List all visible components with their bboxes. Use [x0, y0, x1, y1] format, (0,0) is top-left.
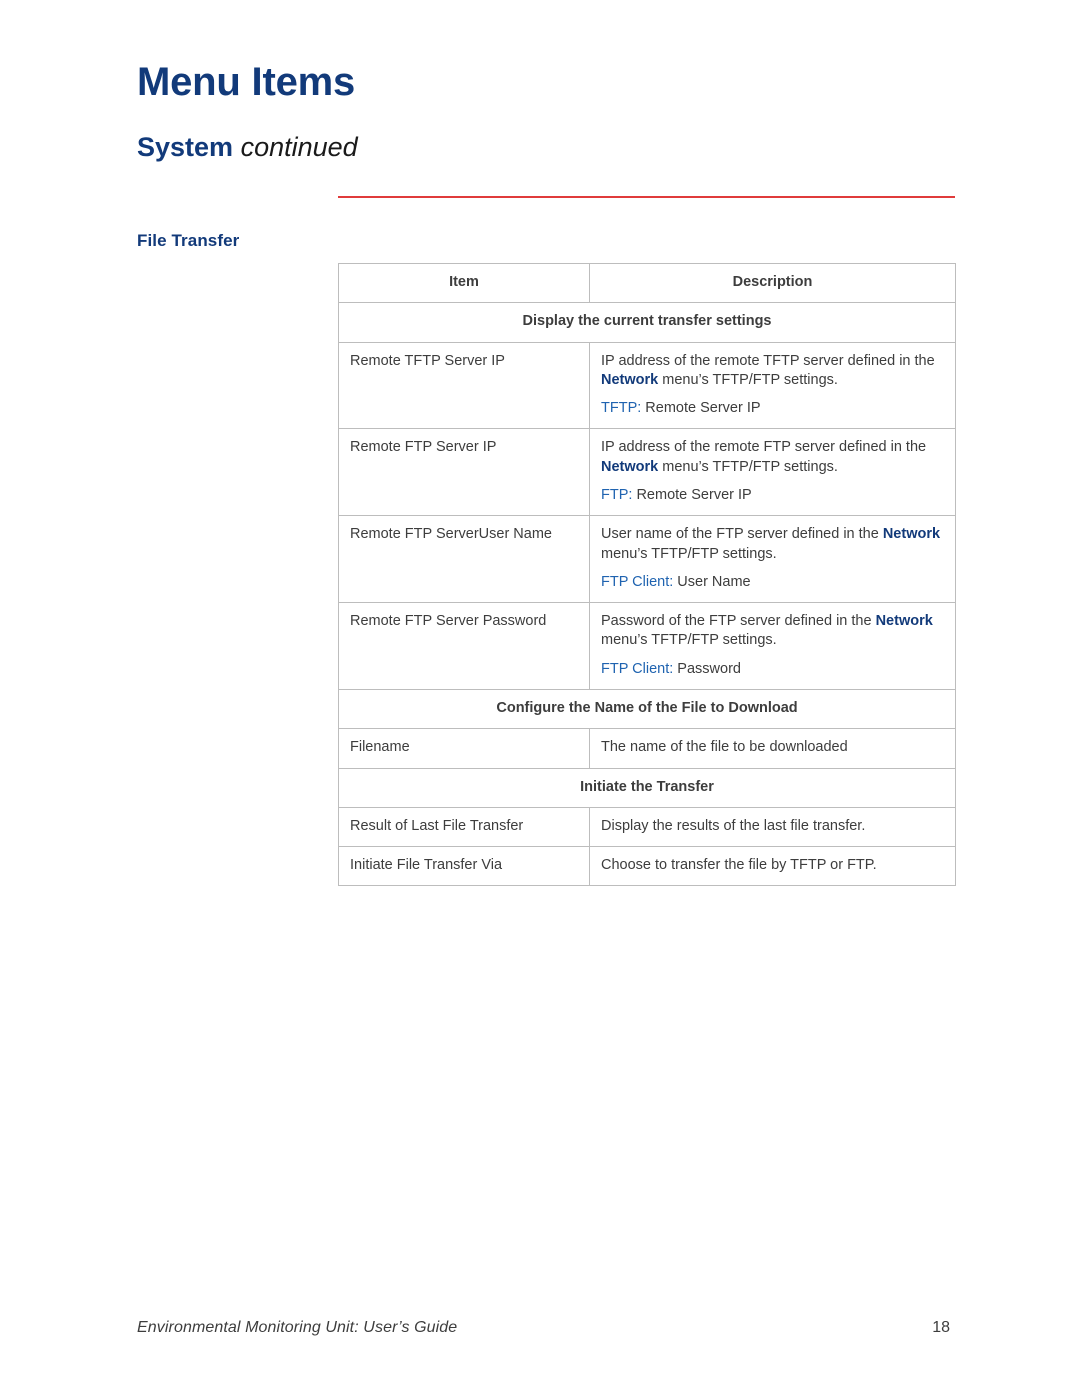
section-heading-state: continued: [240, 132, 358, 162]
menu-path-label: FTP Client:: [601, 660, 674, 677]
section-header-label: Initiate the Transfer: [338, 767, 956, 808]
subsection-label: File Transfer: [137, 231, 240, 250]
row-item-name: Filename: [338, 728, 590, 769]
description-text: Password of the FTP server defined in th…: [601, 613, 876, 630]
page-title: Menu Items: [137, 60, 356, 104]
header-divider-rule: [338, 196, 955, 198]
column-header: Item: [338, 262, 590, 304]
file-transfer-table: Item Description Display the current trans…: [338, 262, 956, 887]
menu-path-label: FTP Client:: [601, 573, 674, 590]
row-item-name: Remote FTP Server IP: [338, 428, 590, 517]
row-item-name: Remote FTP Server Password: [338, 602, 590, 690]
menu-path-label: TFTP:: [601, 400, 642, 417]
section-heading: System continued: [137, 134, 358, 161]
row-description: Choose to transfer the file by TFTP or F…: [589, 846, 956, 887]
table-row: Filename The name of the file to be downl…: [338, 728, 956, 769]
description-text: The name of the file to be downloaded: [601, 739, 848, 756]
table-row: Remote FTP Server Password Password of th…: [338, 602, 956, 690]
table-row: Result of Last File Transfer Display the …: [338, 806, 956, 848]
section-header-label: Configure the Name of the File to Downlo…: [338, 688, 956, 730]
description-text-tail: menu’s TFTP/FTP settings.: [658, 458, 838, 475]
menu-reference: Network: [875, 613, 933, 630]
row-description: Display the results of the last file tra…: [589, 806, 956, 848]
menu-path-line: FTP Client: User Name: [601, 573, 944, 592]
menu-reference: Network: [601, 371, 659, 388]
footer-page-number: 18: [932, 1319, 950, 1336]
row-description: IP address of the remote FTP server defi…: [589, 428, 956, 517]
table-row: Remote FTP ServerUser Name User name of t…: [338, 515, 956, 604]
section-header-label: Display the current transfer settings: [338, 302, 956, 343]
table-row: Remote FTP Server IP IP address of the re…: [338, 428, 956, 517]
row-item-name: Initiate File Transfer Via: [338, 846, 590, 887]
row-item-name: Result of Last File Transfer: [338, 806, 590, 848]
row-item-name: Remote FTP ServerUser Name: [338, 515, 590, 604]
row-description: User name of the FTP server defined in t…: [589, 515, 956, 604]
description-text-tail: menu’s TFTP/FTP settings.: [658, 371, 838, 388]
description-text-tail: menu’s TFTP/FTP settings.: [601, 632, 777, 649]
description-text: IP address of the remote FTP server defi…: [601, 439, 927, 456]
menu-reference: Network: [601, 458, 659, 475]
row-item-name: Remote TFTP Server IP: [338, 341, 590, 430]
menu-path-line: FTP: Remote Server IP: [601, 486, 944, 505]
column-header: Description: [589, 262, 956, 304]
menu-path-label: FTP:: [601, 486, 633, 503]
description-text: Choose to transfer the file by TFTP or F…: [601, 857, 877, 874]
file-transfer-table-wrapper: Item Description Display the current trans…: [338, 262, 956, 887]
table-row: Initiate File Transfer Via Choose to tran…: [338, 846, 956, 887]
menu-path-value: Password: [673, 660, 741, 677]
table-section-header-row: Display the current transfer settings: [338, 302, 956, 343]
menu-path-value: Remote Server IP: [632, 486, 752, 503]
table-section-header-row: Configure the Name of the File to Downlo…: [338, 688, 956, 730]
footer-document-name: Environmental Monitoring Unit: User’s Gu…: [137, 1319, 458, 1336]
menu-path-value: Remote Server IP: [641, 400, 761, 417]
row-description: The name of the file to be downloaded: [589, 728, 956, 769]
description-text: Display the results of the last file tra…: [601, 817, 866, 834]
menu-path-line: FTP Client: Password: [601, 660, 944, 679]
section-heading-name: System: [137, 132, 234, 162]
menu-path-line: TFTP: Remote Server IP: [601, 399, 944, 418]
table-header-row: Item Description: [338, 262, 956, 304]
menu-reference: Network: [882, 526, 941, 543]
description-text-tail: menu’s TFTP/FTP settings.: [601, 545, 777, 562]
description-text: User name of the FTP server defined in t…: [601, 526, 883, 543]
description-text: IP address of the remote TFTP server def…: [601, 352, 935, 369]
document-page: Menu Items System continued File Transfe…: [0, 0, 1080, 1397]
table-row: Remote TFTP Server IP IP address of the r…: [338, 341, 956, 430]
table-section-header-row: Initiate the Transfer: [338, 767, 956, 808]
menu-path-value: User Name: [673, 573, 751, 590]
row-description: Password of the FTP server defined in th…: [589, 602, 956, 690]
row-description: IP address of the remote TFTP server def…: [589, 341, 956, 430]
